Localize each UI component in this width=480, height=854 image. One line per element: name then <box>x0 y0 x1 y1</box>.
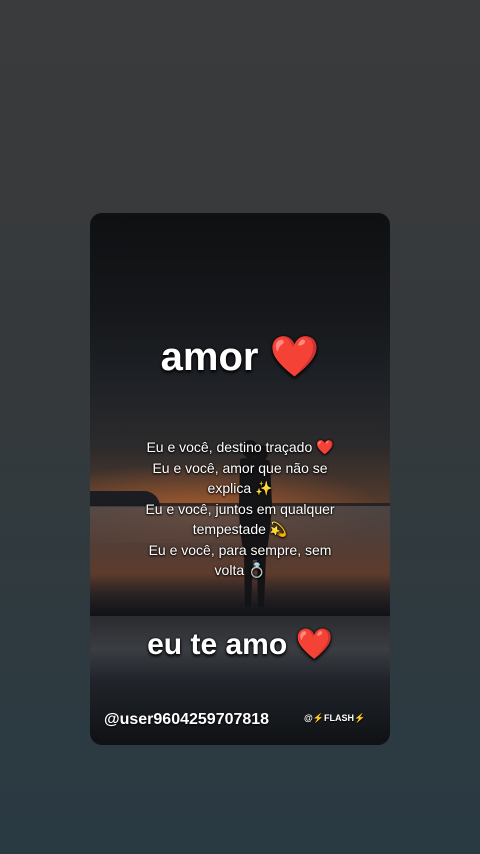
heart-emoji-icon: ❤️ <box>269 335 320 379</box>
post-title: amor ❤️ <box>90 333 390 380</box>
verse-line: Eu e você, amor que não se <box>152 459 328 476</box>
video-card[interactable]: amor ❤️ Eu e você, destino traçado ❤️ Eu… <box>90 213 390 745</box>
verse-line: Eu e você, para sempre, sem <box>148 541 332 558</box>
verse-line: tempestade 💫 <box>192 521 288 537</box>
verses-block: Eu e você, destino traçado ❤️ Eu e você,… <box>90 437 390 581</box>
closing-text: eu te amo <box>147 628 288 661</box>
heart-emoji-icon: ❤️ <box>295 628 333 661</box>
verse-line: Eu e você, destino traçado ❤️ <box>146 439 334 455</box>
verse-line: explica ✨ <box>207 480 273 496</box>
verse-line: volta 💍 <box>214 562 266 578</box>
flash-watermark: @⚡FLASH⚡ <box>304 713 366 723</box>
verse-line: Eu e você, juntos em qualquer <box>145 500 335 517</box>
closing-line: eu te amo ❤️ <box>90 627 390 662</box>
username-watermark: @user9604259707818 <box>104 711 270 728</box>
post-title-text: amor <box>160 335 259 379</box>
